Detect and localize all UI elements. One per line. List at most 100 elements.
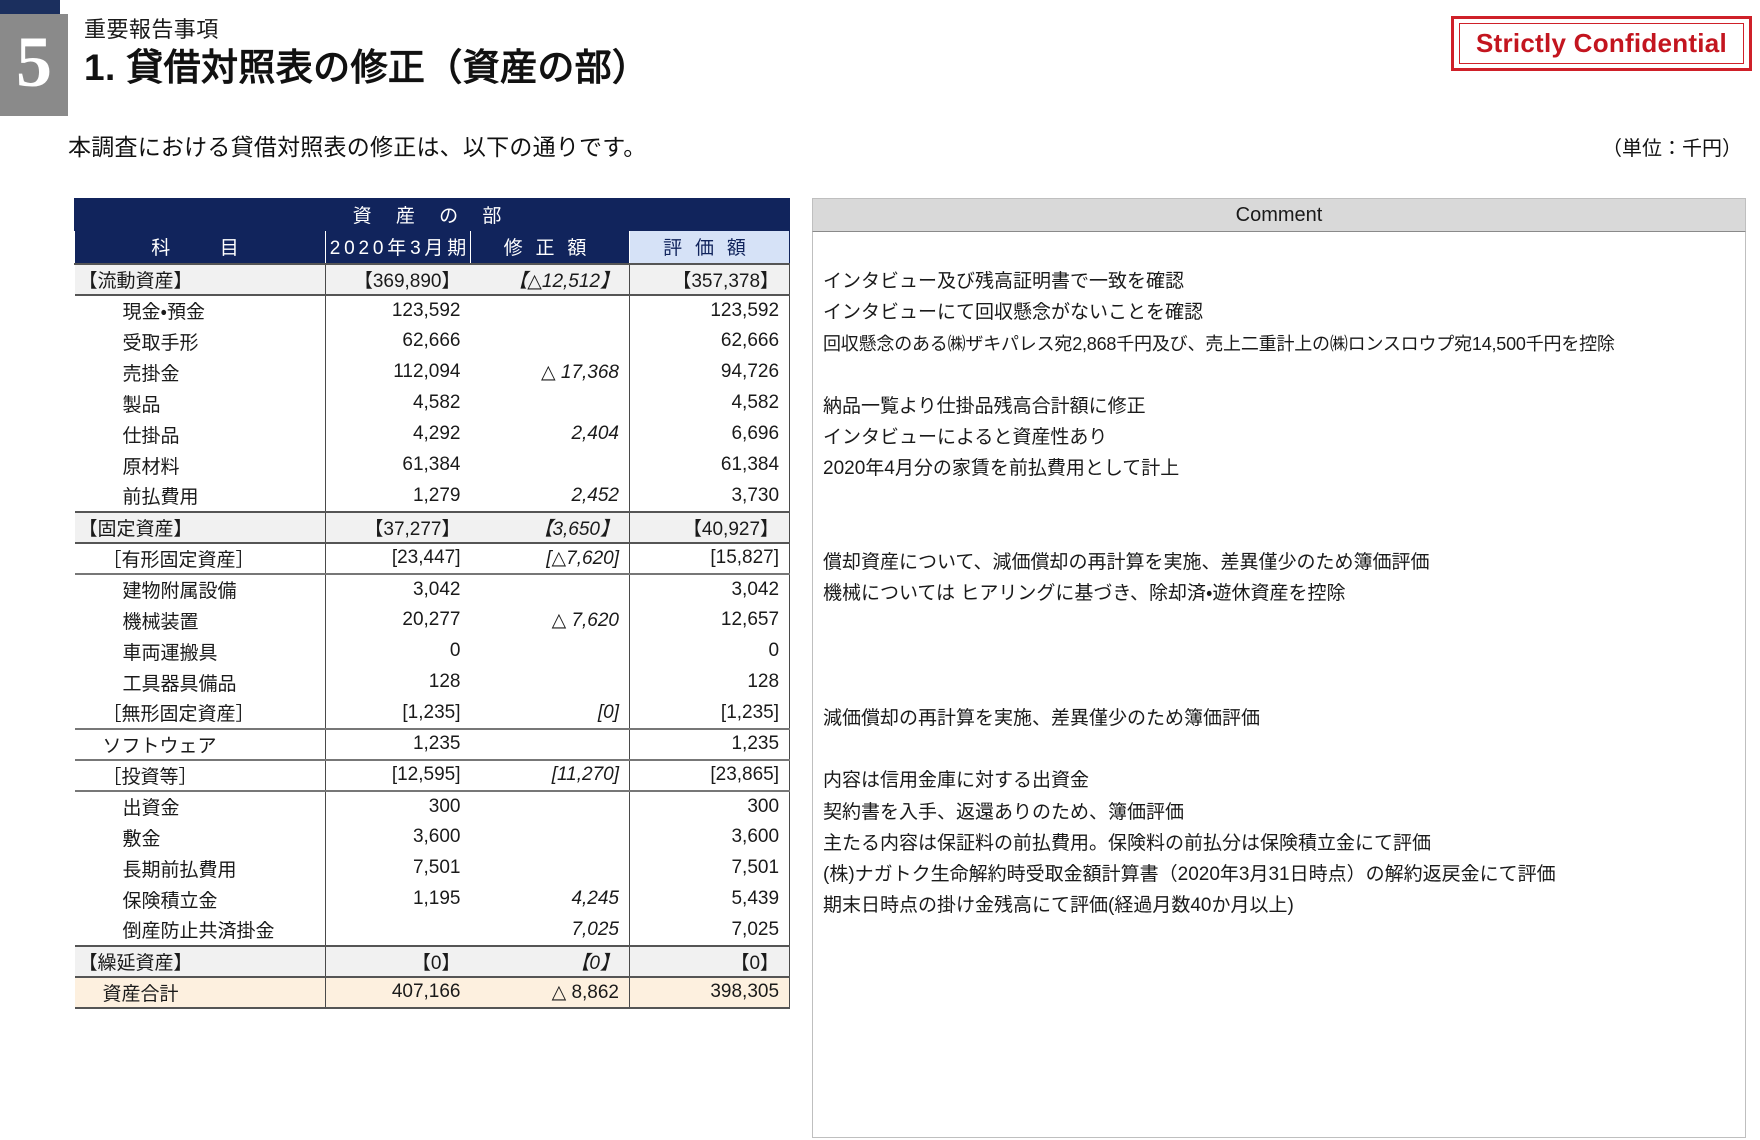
table-row: 出資金 300 300 <box>74 790 791 822</box>
cell-base-amount: 1,195 <box>412 888 461 909</box>
cell-valuation-amount: [15,827] <box>628 542 791 575</box>
cell-base-amount: 1,235 <box>325 728 471 761</box>
cell-valuation-amount: 4,582 <box>628 387 791 419</box>
cell-valuation-amount: 5,439 <box>628 883 791 915</box>
cell-item: ［有形固定資産］ <box>74 542 326 575</box>
comment-line: インタビュー及び残高証明書で一致を確認 <box>823 271 1185 293</box>
cell-adjustment-amount: △ 7,620 <box>470 604 630 636</box>
comment-line: 主たる内容は保証料の前払費用。保険料の前払分は保険積立金にて評価 <box>823 832 1432 854</box>
cell-adjustment-amount: 2,452 <box>470 480 630 512</box>
cell-item: 敷金 <box>74 821 326 853</box>
cell-valuation-amount: 62,666 <box>628 325 791 357</box>
table-section-header-row: 資 産 の 部 <box>73 198 791 231</box>
cell-base-amount: 3,600 <box>412 826 461 847</box>
table-row: 建物附属設備 3,042 3,042 <box>74 573 791 605</box>
cell-valuation-amount: 【357,378】 <box>628 262 791 296</box>
cell-item: 機械装置 <box>74 604 326 636</box>
cell-adjustment-amount: [△7,620] <box>470 542 630 575</box>
comment-line: 回収懸念のある㈱ザキパレス宛2,868千円及び、売上二重計上の㈱ロンスロウプ宛1… <box>823 333 1615 354</box>
cell-adjustment-amount: 7,025 <box>470 914 630 946</box>
cell-item: 仕掛品 <box>74 418 326 450</box>
cell-base-amount: 128 <box>428 671 461 692</box>
cell-valuation-amount: 【40,927】 <box>628 510 791 544</box>
cell-item: 【固定資産】 <box>74 510 326 544</box>
cell-adjustment-amount: 【0】 <box>470 944 630 978</box>
balance-sheet-table: 資 産 の 部 科 目 2020年3月期 修 正 額 評 価 額 【流動資産】【… <box>73 198 791 1009</box>
cell-valuation-amount: 【0】 <box>628 944 791 978</box>
cell-base-amount: 112,094 <box>393 361 461 382</box>
cell-item: 倒産防止共済掛金 <box>74 914 326 946</box>
cell-base-amount: 1,279 <box>412 484 461 506</box>
comment-line: インタビューにて回収懸念がないことを確認 <box>823 302 1204 324</box>
cell-item: ［無形固定資産］ <box>74 697 326 730</box>
cell-item: 製品 <box>74 387 326 419</box>
cell-adjustment-amount <box>470 294 630 326</box>
col-header-item: 科 目 <box>74 230 326 264</box>
cell-item: 長期前払費用 <box>74 852 326 884</box>
cell-adjustment-amount <box>470 728 630 761</box>
comment-line: 減価償却の再計算を実施、差異僅少のため簿価評価 <box>823 708 1261 729</box>
cell-item: 車両運搬具 <box>74 635 326 667</box>
cell-adjustment-amount <box>470 387 630 419</box>
table-row: 製品 4,582 4,582 <box>74 387 791 419</box>
cell-valuation-amount: 3,730 <box>628 480 791 512</box>
cell-item: 出資金 <box>74 790 326 822</box>
cell-item: 建物附属設備 <box>74 573 326 605</box>
cell-valuation-amount: 94,726 <box>628 356 791 388</box>
cell-base-amount: [1,235] <box>325 697 471 730</box>
balance-sheet-table-wrap: 資 産 の 部 科 目 2020年3月期 修 正 額 評 価 額 【流動資産】【… <box>73 198 791 1009</box>
comment-panel-body: インタビュー及び残高証明書で一致を確認 インタビューにて回収懸念がないことを確認回… <box>812 231 1746 1138</box>
cell-valuation-amount: 128 <box>628 666 791 698</box>
cell-valuation-amount: 7,501 <box>628 852 791 884</box>
table-row: 工具器具備品 128 128 <box>74 666 791 698</box>
comment-panel-header: Comment <box>812 198 1746 231</box>
cell-base-amount: [12,595] <box>325 759 471 792</box>
table-row: ［無形固定資産］ [1,235] [0] [1,235] <box>74 697 791 730</box>
cell-base-amount: 3,042 <box>412 578 461 600</box>
cell-base-amount: 7,501 <box>412 857 461 878</box>
table-row: 倒産防止共済掛金 7,025 7,025 <box>74 914 791 946</box>
unit-note: （単位：千円） <box>1602 138 1742 160</box>
slide-kicker: 重要報告事項 <box>84 17 219 42</box>
cell-adjustment-amount: 【△12,512】 <box>470 262 630 296</box>
comment-line: 期末日時点の掛け金残高にて評価(経過月数40か月以上) <box>823 895 1294 917</box>
cell-base-amount: 407,166 <box>325 975 471 1009</box>
cell-base-amount: [23,447] <box>325 542 471 575</box>
cell-valuation-amount: 123,592 <box>628 294 791 326</box>
comment-line: 内容は信用金庫に対する出資金 <box>823 770 1090 792</box>
comment-line: 2020年4月分の家賃を前払費用として計上 <box>823 458 1180 480</box>
comment-line: 償却資産について、減価償却の再計算を実施、差異僅少のため簿価評価 <box>823 552 1430 573</box>
table-row: ［有形固定資産］ [23,447] [△7,620] [15,827] <box>74 542 791 575</box>
table-row: 【流動資産】 【369,890】 【△12,512】 【357,378】 <box>74 262 791 296</box>
cell-adjustment-amount <box>470 821 630 853</box>
col-header-adjustment: 修 正 額 <box>470 230 630 264</box>
cell-base-amount: 62,666 <box>402 330 461 351</box>
cell-valuation-amount: 0 <box>628 635 791 667</box>
balance-sheet-body: 【流動資産】 【369,890】 【△12,512】 【357,378】 現金・預金 12… <box>74 262 791 1009</box>
cell-valuation-amount: 61,384 <box>628 449 791 481</box>
comment-panel: Comment インタビュー及び残高証明書で一致を確認 インタビューにて回収懸念が… <box>812 198 1746 1138</box>
cell-base-amount: 61,384 <box>402 454 461 475</box>
cell-valuation-amount: 398,305 <box>628 975 791 1009</box>
cell-item: ［投資等］ <box>74 759 326 792</box>
comment-line: 納品一覧より仕掛品残高合計額に修正 <box>823 396 1146 417</box>
cell-base-amount: 【0】 <box>325 944 471 978</box>
cell-base-amount: 123,592 <box>391 299 461 321</box>
cell-valuation-amount: 12,657 <box>628 604 791 636</box>
cell-item: 原材料 <box>74 449 326 481</box>
cell-adjustment-amount <box>470 573 630 605</box>
table-row: 仕掛品 4,292 2,404 6,696 <box>74 418 791 450</box>
table-row: 保険積立金 1,195 4,245 5,439 <box>74 883 791 915</box>
table-row: 車両運搬具 0 0 <box>74 635 791 667</box>
table-row: 資産合計 407,166 △ 8,862 398,305 <box>74 975 791 1009</box>
cell-adjustment-amount <box>470 790 630 822</box>
cell-valuation-amount: 3,042 <box>628 573 791 605</box>
cell-adjustment-amount <box>470 852 630 884</box>
table-row: 長期前払費用 7,501 7,501 <box>74 852 791 884</box>
cell-base-amount: 20,277 <box>402 609 461 630</box>
table-row: 原材料 61,384 61,384 <box>74 449 791 481</box>
cell-adjustment-amount: 【3,650】 <box>470 510 630 544</box>
page-title: 1. 貸借対照表の修正（資産の部） <box>84 46 650 88</box>
table-column-header-row: 科 目 2020年3月期 修 正 額 評 価 額 <box>74 230 791 264</box>
cell-base-amount: 300 <box>428 795 461 817</box>
